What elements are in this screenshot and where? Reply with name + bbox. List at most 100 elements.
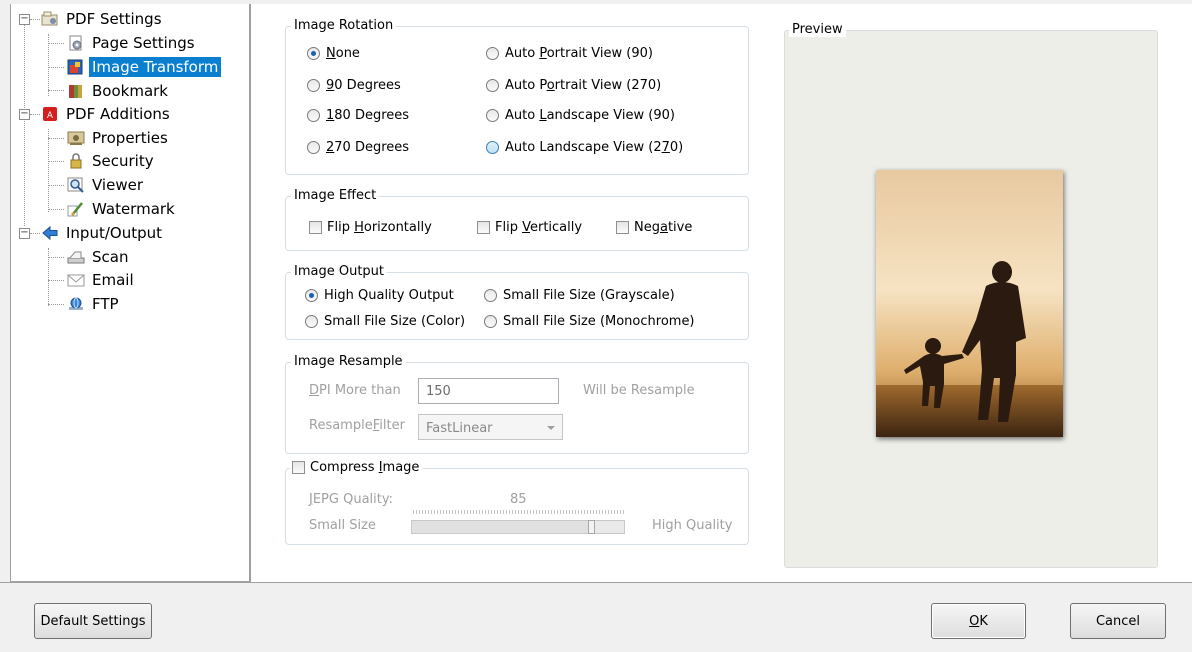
group-title: Image Resample: [291, 354, 406, 369]
rotation-90-radio[interactable]: 90 Degrees: [307, 78, 401, 93]
tree-item-properties[interactable]: Properties: [67, 127, 171, 149]
expander-pdf-settings[interactable]: −: [19, 14, 30, 25]
resample-filter-label: ResampleFilter: [309, 418, 405, 433]
checkbox-box: [616, 221, 629, 234]
tree-item-input-output[interactable]: Input/Output: [41, 222, 165, 244]
chevron-down-icon: [547, 426, 555, 430]
slider-tick: [575, 510, 576, 514]
quality-slider-track[interactable]: [411, 520, 625, 534]
tree-item-watermark[interactable]: Watermark: [67, 198, 178, 220]
slider-tick: [599, 510, 600, 514]
image-resample-group: Image Resample: [285, 354, 749, 454]
tree-item-ftp[interactable]: FTP: [67, 293, 122, 315]
group-title: Image Output: [291, 264, 388, 279]
tree-item-label: PDF Additions: [66, 105, 170, 123]
slider-tick: [464, 510, 465, 514]
ok-button[interactable]: OK: [931, 603, 1026, 639]
tree-item-image-transform[interactable]: Image Transform: [67, 56, 222, 78]
checkbox-label: Flip Horizontally: [327, 220, 432, 235]
expander-pdf-additions[interactable]: −: [19, 109, 30, 120]
slider-tick: [581, 510, 582, 514]
radio-dot: [486, 79, 499, 92]
radio-dot: [486, 109, 499, 122]
small-size-label: Small Size: [309, 518, 376, 533]
jpeg-quality-label: JEPG Quality:: [309, 492, 393, 507]
flip-horizontally-checkbox[interactable]: Flip Horizontally: [309, 220, 432, 235]
resample-filter-select[interactable]: FastLinear: [418, 414, 563, 440]
flip-vertically-checkbox[interactable]: Flip Vertically: [477, 220, 582, 235]
radio-label: None: [326, 46, 360, 61]
output-high-quality-radio[interactable]: High Quality Output: [305, 288, 454, 303]
slider-tick: [491, 510, 492, 514]
quality-slider-thumb[interactable]: [588, 520, 595, 534]
radio-dot: [484, 315, 497, 328]
default-settings-button[interactable]: Default Settings: [34, 603, 152, 639]
scanner-icon: [67, 249, 85, 265]
cancel-button[interactable]: Cancel: [1070, 603, 1166, 639]
slider-tick: [452, 510, 453, 514]
tree-item-bookmark[interactable]: Bookmark: [67, 80, 171, 102]
viewer-magnifier-icon: [67, 177, 85, 193]
slider-tick: [440, 510, 441, 514]
negative-checkbox[interactable]: Negative: [616, 220, 692, 235]
tree-item-page-settings[interactable]: Page Settings: [67, 32, 198, 54]
tree-item-pdf-settings[interactable]: PDF Settings: [41, 8, 165, 30]
slider-tick: [512, 510, 513, 514]
image-output-group: Image Output: [285, 264, 749, 340]
rotation-270-radio[interactable]: 270 Degrees: [307, 140, 409, 155]
slider-tick: [623, 510, 624, 514]
dpi-input[interactable]: 150: [418, 378, 559, 404]
slider-tick: [569, 510, 570, 514]
page-settings-icon: [67, 35, 85, 51]
tree-item-security[interactable]: Security: [67, 150, 157, 172]
output-small-monochrome-radio[interactable]: Small File Size (Monochrome): [484, 314, 695, 329]
input-output-arrow-icon: [41, 225, 59, 241]
slider-tick: [416, 510, 417, 514]
rotation-auto-portrait-270-radio[interactable]: Auto Portrait View (270): [486, 78, 661, 93]
tree-item-label: Page Settings: [92, 34, 195, 52]
slider-tick: [413, 510, 414, 514]
slider-tick: [539, 510, 540, 514]
bookmark-icon: [67, 83, 85, 99]
properties-icon: [67, 130, 85, 146]
slider-tick: [437, 510, 438, 514]
expander-input-output[interactable]: −: [19, 228, 30, 239]
slider-tick: [476, 510, 477, 514]
radio-label: 270 Degrees: [326, 140, 410, 155]
tree-item-pdf-additions[interactable]: A PDF Additions: [41, 103, 173, 125]
rotation-auto-landscape-90-radio[interactable]: Auto Landscape View (90): [486, 108, 675, 123]
settings-tree[interactable]: − − − PDF Settings Page Settings Image T…: [10, 4, 250, 582]
tree-item-label: Scan: [92, 248, 129, 266]
rotation-none-radio[interactable]: None: [307, 46, 360, 61]
slider-tick: [485, 510, 486, 514]
compress-image-checkbox[interactable]: Compress Image: [290, 460, 424, 475]
slider-tick: [608, 510, 609, 514]
slider-tick: [605, 510, 606, 514]
radio-dot: [484, 289, 497, 302]
slider-tick: [587, 510, 588, 514]
tree-item-email[interactable]: Email: [67, 269, 137, 291]
slider-tick: [518, 510, 519, 514]
tree-item-viewer[interactable]: Viewer: [67, 174, 146, 196]
tree-item-label: PDF Settings: [66, 10, 162, 28]
slider-tick: [521, 510, 522, 514]
slider-tick: [620, 510, 621, 514]
output-small-grayscale-radio[interactable]: Small File Size (Grayscale): [484, 288, 675, 303]
radio-label: Small File Size (Color): [324, 314, 466, 329]
slider-tick: [542, 510, 543, 514]
rotation-auto-portrait-90-radio[interactable]: Auto Portrait View (90): [486, 46, 653, 61]
slider-tick: [515, 510, 516, 514]
slider-tick: [488, 510, 489, 514]
rotation-auto-landscape-270-radio[interactable]: Auto Landscape View (270): [486, 140, 683, 155]
rotation-180-radio[interactable]: 180 Degrees: [307, 108, 409, 123]
slider-tick: [593, 510, 594, 514]
checkbox-label: Flip Vertically: [495, 220, 583, 235]
slider-tick: [566, 510, 567, 514]
slider-tick: [479, 510, 480, 514]
slider-tick: [536, 510, 537, 514]
tree-item-scan[interactable]: Scan: [67, 246, 131, 268]
slider-tick: [551, 510, 552, 514]
tree-item-label: Email: [92, 271, 134, 289]
quality-slider-fill: [412, 521, 588, 533]
output-small-color-radio[interactable]: Small File Size (Color): [305, 314, 465, 329]
